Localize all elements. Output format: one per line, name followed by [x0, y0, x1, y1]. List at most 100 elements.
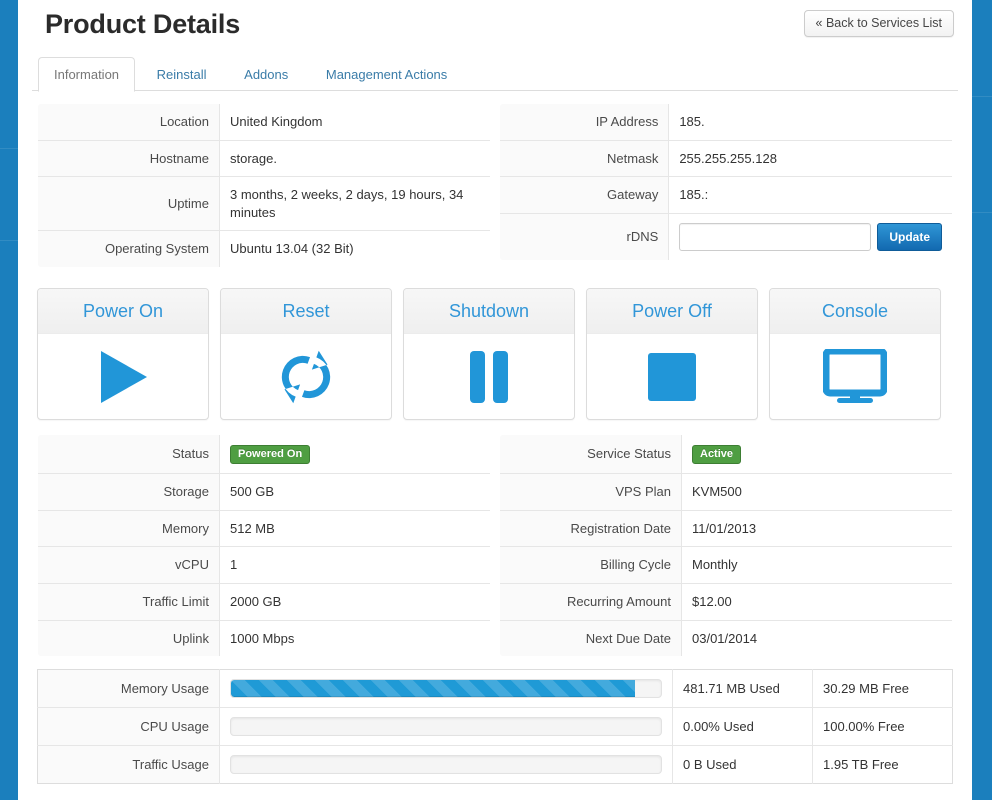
row-free: 100.00% Free: [812, 707, 953, 746]
service-status-badge: Active: [692, 444, 742, 465]
network-info-column: IP Address 185. Netmask 255.255.255.128 …: [499, 103, 953, 268]
reset-label: Reset: [221, 288, 391, 334]
table-row: Billing Cycle Monthly: [500, 546, 952, 584]
table-row: VPS Plan KVM500: [500, 473, 952, 511]
row-label: Hostname: [38, 140, 220, 177]
progress-track: [230, 679, 662, 699]
table-row: Location United Kingdom: [38, 103, 490, 141]
shutdown-label: Shutdown: [404, 288, 574, 334]
row-value: 2000 GB: [230, 594, 282, 610]
power-on-button[interactable]: Power On: [37, 287, 209, 420]
row-used: 0.00% Used: [672, 707, 813, 746]
tab-management-actions[interactable]: Management Actions: [310, 57, 463, 92]
rdns-input[interactable]: [679, 222, 872, 251]
row-value: 1000 Mbps: [230, 630, 295, 646]
table-row: Status Powered On: [38, 434, 491, 474]
table-row: vCPU 1: [38, 546, 490, 584]
row-label: Recurring Amount: [500, 583, 682, 621]
tab-reinstall[interactable]: Reinstall: [141, 57, 223, 92]
traffic-usage-bar: [220, 746, 673, 784]
progress-track: [230, 717, 662, 737]
table-row: Uptime 3 months, 2 weeks, 2 days, 19 hou…: [38, 176, 490, 231]
table-row: Hostname storage.: [38, 140, 490, 177]
row-label: Gateway: [500, 176, 670, 214]
console-label: Console: [770, 288, 940, 334]
row-label: Billing Cycle: [500, 546, 682, 584]
row-label: Registration Date: [500, 510, 682, 547]
details-section: Status Powered On Storage 500 GB Memory …: [32, 433, 958, 658]
pause-icon: [404, 334, 574, 419]
rdns-update-button[interactable]: Update: [877, 222, 942, 251]
row-value: Ubuntu 13.04 (32 Bit): [230, 241, 354, 257]
row-value: Update: [669, 213, 952, 260]
page-root: Product Details « Back to Services List …: [0, 0, 992, 800]
row-value: 255.255.255.128: [679, 150, 777, 166]
tab-information[interactable]: Information: [38, 57, 136, 92]
billing-info-column: Service Status Active VPS Plan KVM500 Re…: [499, 433, 953, 658]
table-row: IP Address 185.: [500, 103, 952, 141]
row-value: United Kingdom: [230, 114, 323, 129]
table-row: Operating System Ubuntu 13.04 (32 Bit): [38, 230, 490, 267]
table-row: Registration Date 11/01/2013: [500, 510, 952, 547]
row-label: rDNS: [500, 213, 670, 260]
row-value: storage.: [230, 150, 277, 166]
row-label: Uptime: [38, 176, 220, 231]
right-sidebar-rail: [972, 0, 992, 800]
row-value: 185.:: [679, 187, 709, 203]
row-label: Netmask: [500, 140, 670, 177]
row-value: 11/01/2013: [692, 520, 757, 536]
row-label: CPU Usage: [37, 707, 220, 746]
power-off-button[interactable]: Power Off: [586, 287, 758, 420]
row-label: Location: [38, 103, 220, 141]
table-row: CPU Usage 0.00% Used 100.00% Free: [37, 707, 953, 746]
page-header: Product Details « Back to Services List: [32, 0, 958, 56]
progress-track: [230, 755, 662, 775]
row-label: Traffic Limit: [38, 583, 220, 621]
back-to-services-list-button[interactable]: « Back to Services List: [803, 10, 954, 37]
shutdown-button[interactable]: Shutdown: [403, 287, 575, 420]
table-row: Uplink 1000 Mbps: [38, 620, 490, 657]
row-label: IP Address: [500, 103, 670, 141]
row-value: 3 months, 2 weeks, 2 days, 19 hours, 34 …: [230, 187, 464, 220]
network-info-table: IP Address 185. Netmask 255.255.255.128 …: [499, 103, 953, 261]
table-row-rdns: rDNS Update: [500, 213, 952, 260]
row-value: KVM500: [692, 484, 742, 500]
row-label: Service Status: [500, 434, 682, 474]
row-label: Memory: [38, 510, 220, 547]
row-value: 1: [230, 557, 238, 573]
page-title: Product Details: [45, 9, 241, 39]
row-used: 0 B Used: [672, 745, 813, 784]
memory-usage-bar: [220, 670, 673, 708]
server-info-table: Location United Kingdom Hostname storage…: [37, 103, 491, 268]
table-row: Service Status Active: [500, 434, 952, 474]
row-free: 30.29 MB Free: [812, 669, 953, 708]
info-section: Location United Kingdom Hostname storage…: [32, 103, 958, 268]
row-label: Next Due Date: [500, 620, 682, 657]
cpu-usage-bar: [220, 708, 673, 746]
tab-addons[interactable]: Addons: [228, 57, 304, 92]
row-label: Status: [38, 434, 220, 474]
tab-bar: Information Reinstall Addons Management …: [32, 56, 958, 92]
power-actions-section: Power On Reset Shutdown Power Off Consol…: [32, 268, 958, 420]
play-icon: [38, 334, 208, 419]
row-free: 1.95 TB Free: [812, 745, 953, 784]
row-value: 500 GB: [230, 484, 275, 500]
progress-fill: [231, 680, 636, 698]
row-value: Monthly: [692, 557, 738, 573]
vps-specs-table: Status Powered On Storage 500 GB Memory …: [37, 433, 491, 658]
row-value: 185.: [679, 114, 705, 129]
row-value: Powered On: [220, 435, 491, 474]
reset-button[interactable]: Reset: [220, 287, 392, 420]
usage-table: Memory Usage 481.71 MB Used 30.29 MB Fre…: [37, 669, 953, 785]
console-button[interactable]: Console: [769, 287, 941, 420]
row-label: Storage: [38, 473, 220, 511]
usage-section: Memory Usage 481.71 MB Used 30.29 MB Fre…: [32, 657, 958, 785]
main-content: Product Details « Back to Services List …: [18, 0, 972, 800]
table-row: Gateway 185.:: [500, 176, 952, 214]
table-row: Storage 500 GB: [38, 473, 490, 511]
vps-specs-column: Status Powered On Storage 500 GB Memory …: [37, 433, 491, 658]
table-row: Netmask 255.255.255.128: [500, 140, 952, 177]
row-label: Operating System: [38, 230, 220, 267]
row-label: Memory Usage: [37, 669, 220, 708]
row-used: 481.71 MB Used: [672, 669, 813, 708]
